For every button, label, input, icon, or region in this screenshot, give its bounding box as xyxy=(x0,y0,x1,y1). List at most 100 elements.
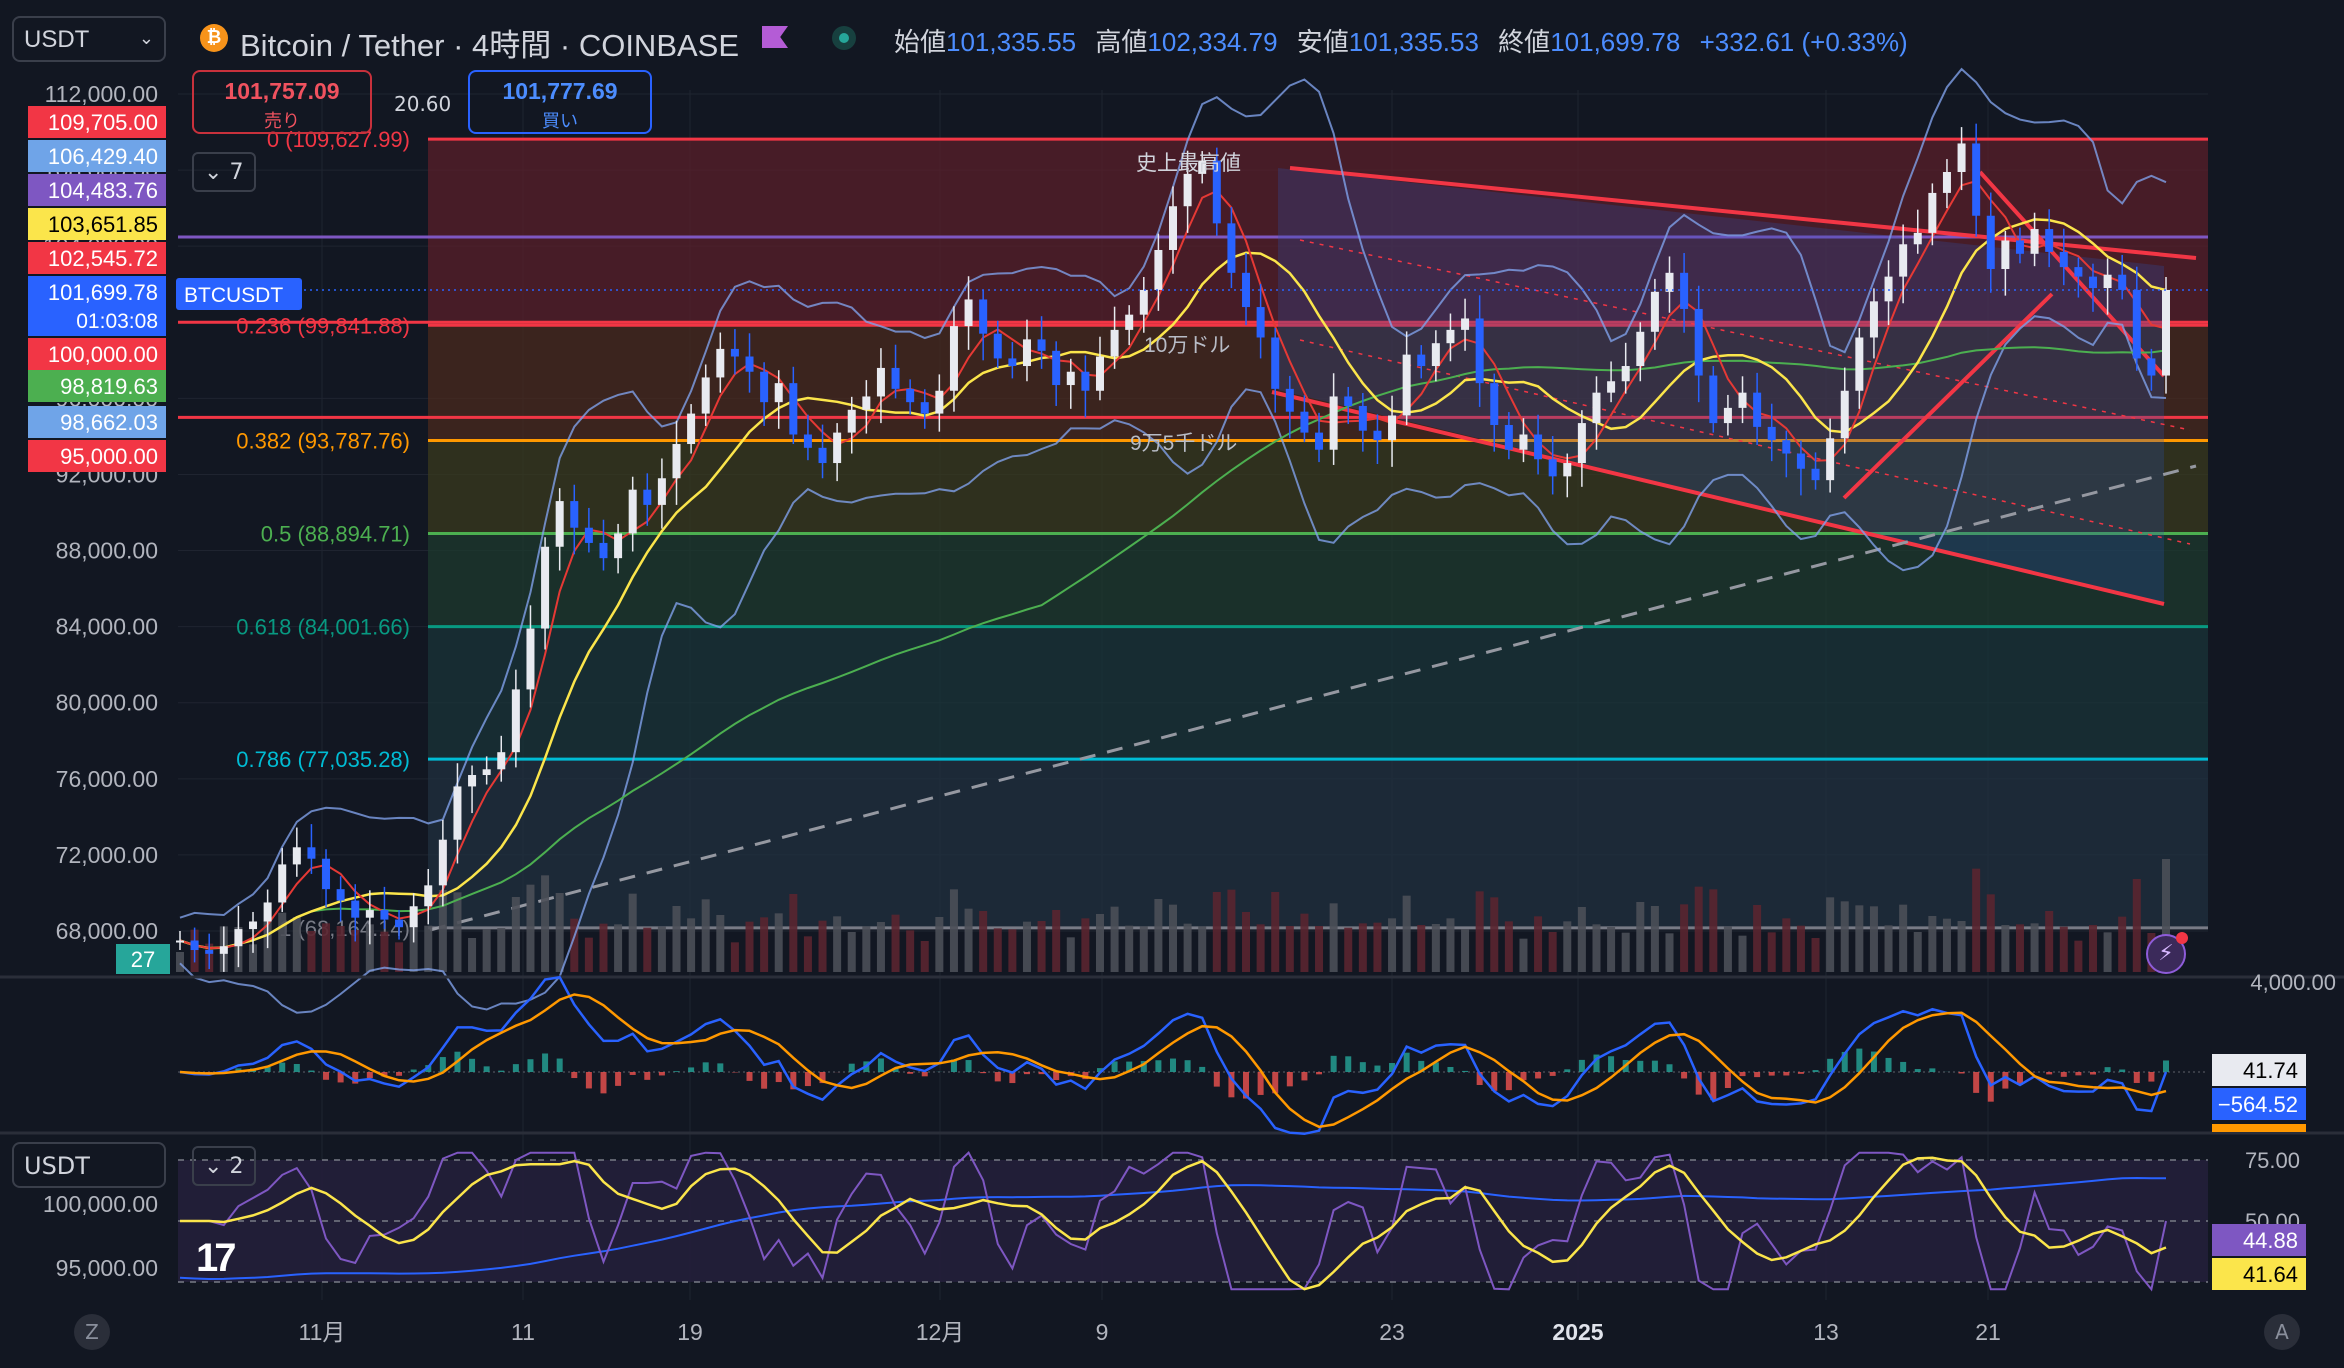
flag-icon[interactable] xyxy=(762,26,788,48)
macd-histogram-bar xyxy=(644,1072,650,1080)
candle-body xyxy=(1344,396,1352,406)
volume-bar xyxy=(1388,918,1396,972)
volume-bar xyxy=(1534,916,1542,972)
macd-histogram-bar xyxy=(674,1071,680,1072)
auto-scale-button[interactable]: A xyxy=(2264,1314,2300,1350)
candle-body xyxy=(1461,318,1469,329)
volume-bar xyxy=(1724,927,1732,972)
time-axis-tick: 11月 xyxy=(299,1319,346,1345)
candle-body xyxy=(1227,223,1235,272)
candle-body xyxy=(1695,309,1703,376)
candle-body xyxy=(366,910,374,918)
macd-histogram-bar xyxy=(1681,1072,1687,1078)
volume-bar xyxy=(337,926,345,972)
price-label: 104,483.76 xyxy=(48,178,158,203)
candle-body xyxy=(2118,275,2126,290)
macd-histogram-bar xyxy=(294,1064,300,1072)
candle-body xyxy=(2001,240,2009,269)
price-label: 102,545.72 xyxy=(48,246,158,271)
price-label: 101,699.78 xyxy=(48,280,158,305)
price-axis-tick: 80,000.00 xyxy=(56,690,158,716)
volume-bar xyxy=(2089,925,2097,972)
volume-bar xyxy=(1038,921,1046,972)
volume-bar xyxy=(468,938,476,972)
volume-bar xyxy=(1461,929,1469,972)
symbol-tag: BTCUSDT xyxy=(184,284,283,307)
fib-zone xyxy=(428,759,2208,928)
macd-histogram-bar xyxy=(1374,1066,1380,1072)
candle-body xyxy=(877,368,885,397)
macd-histogram-bar xyxy=(1754,1072,1760,1077)
macd-histogram-bar xyxy=(630,1072,636,1075)
indicator-collapse-button[interactable]: ⌄ 7 xyxy=(192,152,256,192)
candle-body xyxy=(1578,423,1586,463)
price-label: 103,651.85 xyxy=(48,212,158,237)
macd-histogram-bar xyxy=(776,1072,782,1082)
candle-body xyxy=(264,902,272,921)
lower-collapse-button[interactable]: ⌄ 2 xyxy=(192,1146,256,1186)
candle-body xyxy=(716,349,724,378)
candle-body xyxy=(1782,440,1790,453)
candle-body xyxy=(906,389,914,402)
chart-root[interactable]: 0 (109,627.99)0.236 (99,841.88)0.382 (93… xyxy=(0,0,2344,1364)
candle-body xyxy=(278,864,286,902)
candle-body xyxy=(1111,330,1119,357)
volume-bar xyxy=(921,941,929,972)
macd-histogram-bar xyxy=(1725,1072,1731,1088)
macd-signal-label-bg xyxy=(2212,1124,2306,1132)
volume-bar xyxy=(2060,927,2068,972)
candle-body xyxy=(1257,307,1265,337)
volume-bar xyxy=(877,922,885,972)
macd-histogram-bar xyxy=(1579,1060,1585,1072)
volume-bar xyxy=(1286,926,1294,972)
candle-body xyxy=(1622,366,1630,381)
candle-body xyxy=(1885,277,1893,302)
macd-histogram-bar xyxy=(659,1072,665,1075)
ohlc-change-value: +332.61 (+0.33%) xyxy=(1700,27,1908,57)
volume-bar xyxy=(307,931,315,972)
sell-label: 売り xyxy=(194,107,370,133)
chart-title[interactable]: Bitcoin / Tether · 4時間 · COINBASE xyxy=(240,20,739,65)
macd-axis-tick: 4,000.00 xyxy=(2250,970,2336,995)
lower-symbol-select[interactable]: USDT xyxy=(12,1142,166,1188)
macd-histogram-bar xyxy=(1667,1064,1673,1072)
macd-histogram-bar xyxy=(571,1072,577,1078)
volume-bar xyxy=(599,924,607,972)
volume-bar xyxy=(2045,911,2053,972)
symbol-select[interactable]: USDT ⌄ xyxy=(12,16,166,62)
macd-histogram-bar xyxy=(761,1072,767,1089)
main-chart-svg[interactable]: 0 (109,627.99)0.236 (99,841.88)0.382 (93… xyxy=(0,0,2344,1364)
chevron-down-icon: ⌄ xyxy=(204,1154,229,1179)
bitcoin-icon: ₿ xyxy=(200,24,228,52)
annotation-ath: 史上最高値 xyxy=(1136,152,1241,175)
candle-body xyxy=(234,929,242,946)
candle-body xyxy=(1899,244,1907,276)
volume-bar xyxy=(1184,924,1192,972)
zoom-button[interactable]: Z xyxy=(74,1314,110,1350)
candle-body xyxy=(1549,459,1557,476)
volume-bar xyxy=(1096,914,1104,972)
candle-body xyxy=(1359,406,1367,431)
candle-body xyxy=(1855,337,1863,390)
volume-bar xyxy=(512,897,520,972)
candle-body xyxy=(1023,339,1031,366)
macd-histogram-bar xyxy=(922,1072,928,1076)
volume-bar xyxy=(293,917,301,972)
macd-histogram-bar xyxy=(1360,1062,1366,1072)
candle-body xyxy=(380,910,388,920)
candle-body xyxy=(1388,415,1396,440)
candle-body xyxy=(819,448,827,463)
macd-histogram-bar xyxy=(586,1072,592,1088)
candle-body xyxy=(453,786,461,839)
candle-body xyxy=(1636,332,1644,366)
price-label: 95,000.00 xyxy=(60,444,158,469)
candle-body xyxy=(2060,252,2068,267)
candle-body xyxy=(1081,372,1089,391)
candle-body xyxy=(1709,376,1717,424)
volume-bar xyxy=(1885,925,1893,972)
sell-button[interactable]: 101,757.09 売り xyxy=(192,70,372,134)
buy-button[interactable]: 101,777.69 買い xyxy=(468,70,652,134)
candle-body xyxy=(1563,463,1571,476)
lightning-icon[interactable]: ⚡ xyxy=(2146,934,2186,974)
macd-histogram-bar xyxy=(1652,1061,1658,1072)
